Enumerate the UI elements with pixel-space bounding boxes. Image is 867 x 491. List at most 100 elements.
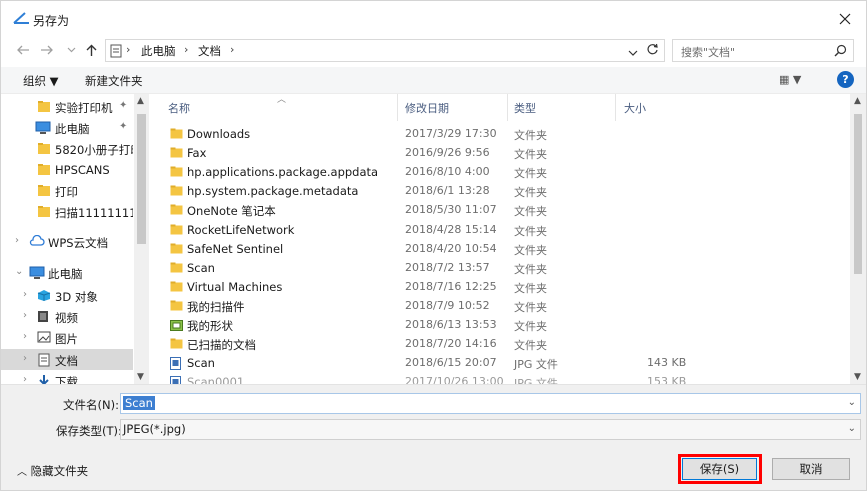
file-type: JPG 文件	[514, 377, 558, 384]
search-icon[interactable]	[834, 44, 847, 60]
file-row[interactable]: Downloads 2017/3/29 17:30 文件夹	[157, 125, 850, 144]
nav-item-wps-cloud[interactable]: › WPS云文档	[1, 231, 133, 252]
file-type: 文件夹	[514, 129, 547, 142]
column-divider[interactable]	[507, 94, 508, 121]
column-header-date[interactable]: 修改日期	[405, 100, 449, 116]
file-row[interactable]: SafeNet Sentinel 2018/4/20 10:54 文件夹	[157, 240, 850, 259]
filename-history-dropdown-icon[interactable]: ⌄	[848, 397, 856, 408]
nav-item-scan-folder[interactable]: 扫描1111111111	[1, 201, 133, 222]
expand-chevron-icon[interactable]: ›	[23, 353, 27, 364]
scroll-down-icon[interactable]: ▼	[137, 372, 144, 382]
expand-chevron-icon[interactable]: ›	[15, 235, 19, 246]
pin-icon[interactable]: ✦	[119, 100, 127, 111]
nav-item-label: 5820小册子打印	[55, 143, 133, 157]
file-row[interactable]: Scan 2018/7/2 13:57 文件夹	[157, 259, 850, 278]
nav-item-label: 此电脑	[55, 122, 90, 136]
search-placeholder: 搜索"文档"	[681, 46, 736, 59]
collapse-chevron-icon[interactable]: ⌄	[15, 266, 23, 277]
file-date: 2018/7/16 12:25	[405, 279, 497, 293]
address-row: › 此电脑 › 文档 › 搜索"文档"	[1, 37, 866, 63]
nav-pane-scrollbar[interactable]: ▲ ▼	[134, 94, 149, 384]
recent-locations-chevron-icon[interactable]	[63, 41, 79, 59]
file-type: 文件夹	[514, 281, 547, 295]
nav-scrollbar-thumb[interactable]	[137, 114, 146, 244]
search-input[interactable]: 搜索"文档"	[672, 39, 854, 62]
help-icon[interactable]: ?	[837, 71, 854, 88]
save-button[interactable]: 保存(S)	[682, 458, 757, 480]
organize-menu[interactable]: 组织 ▼	[23, 73, 59, 89]
column-divider[interactable]	[397, 94, 398, 121]
forward-arrow-icon[interactable]	[39, 41, 55, 59]
scroll-up-icon[interactable]: ▲	[854, 96, 861, 106]
filename-input[interactable]: Scan ⌄	[120, 393, 861, 414]
nav-item-quick-access-printer[interactable]: 实验打印机 ✦	[1, 96, 133, 117]
nav-item-label: 视频	[55, 311, 78, 325]
view-options-icon[interactable]: ▦ ▼	[779, 73, 801, 86]
folder-icon	[170, 281, 183, 292]
refresh-icon[interactable]	[646, 43, 659, 59]
back-arrow-icon[interactable]	[15, 41, 31, 59]
cancel-button[interactable]: 取消	[772, 458, 850, 480]
new-folder-button[interactable]: 新建文件夹	[85, 73, 143, 89]
hide-folders-toggle[interactable]: ︿ 隐藏文件夹	[17, 463, 88, 479]
shapes-folder-icon	[170, 319, 183, 331]
address-dropdown-icon[interactable]	[628, 45, 638, 59]
file-name: RocketLifeNetwork	[187, 222, 295, 237]
breadcrumb-this-pc[interactable]: 此电脑	[141, 43, 176, 59]
column-header-type[interactable]: 类型	[514, 100, 536, 116]
file-list-scrollbar[interactable]: ▲ ▼	[850, 94, 866, 384]
folder-icon	[170, 300, 183, 311]
file-type: 文件夹	[514, 167, 547, 181]
folder-icon	[170, 262, 183, 273]
file-scrollbar-thumb[interactable]	[854, 114, 862, 274]
nav-item-print[interactable]: 打印	[1, 180, 133, 201]
file-row[interactable]: hp.applications.package.appdata 2016/8/10…	[157, 163, 850, 182]
column-divider[interactable]	[615, 94, 616, 121]
breadcrumb-separator-icon: ›	[230, 43, 235, 56]
nav-item-downloads[interactable]: › 下载	[1, 370, 133, 384]
close-icon[interactable]	[832, 7, 858, 31]
file-row[interactable]: 我的扫描件 2018/7/9 10:52 文件夹	[157, 297, 850, 316]
nav-item-booklet-print[interactable]: 5820小册子打印	[1, 138, 133, 159]
nav-item-documents[interactable]: › 文档	[1, 349, 133, 370]
file-row[interactable]: hp.system.package.metadata 2018/6/1 13:28…	[157, 182, 850, 201]
save-options-panel: 文件名(N): Scan ⌄ 保存类型(T): JPEG(*.jpg) ⌄ ︿ …	[1, 384, 866, 490]
nav-item-pictures[interactable]: › 图片	[1, 327, 133, 348]
nav-item-this-pc[interactable]: ⌄ 此电脑	[1, 262, 133, 283]
up-arrow-icon[interactable]	[83, 41, 99, 59]
file-row[interactable]: Fax 2016/9/26 9:56 文件夹	[157, 144, 850, 163]
file-row[interactable]: Scan 2018/6/15 20:07 JPG 文件 143 KB	[157, 354, 850, 373]
column-header-size[interactable]: 大小	[624, 100, 646, 116]
nav-item-videos[interactable]: › 视频	[1, 306, 133, 327]
expand-chevron-icon[interactable]: ›	[23, 374, 27, 384]
expand-chevron-icon[interactable]: ›	[23, 289, 27, 300]
nav-item-3d-objects[interactable]: › 3D 对象	[1, 285, 133, 306]
file-row[interactable]: Scan0001 2017/10/26 13:00 JPG 文件 153 KB	[157, 373, 850, 384]
file-row[interactable]: OneNote 笔记本 2018/5/30 11:07 文件夹	[157, 201, 850, 220]
file-name: Scan	[187, 260, 215, 275]
breadcrumb-documents[interactable]: 文档	[198, 43, 221, 59]
file-date: 2018/4/28 15:14	[405, 222, 497, 236]
document-location-icon	[110, 44, 122, 61]
column-header-name[interactable]: 名称	[168, 100, 190, 116]
save-as-icon	[13, 11, 30, 25]
filetype-select[interactable]: JPEG(*.jpg) ⌄	[120, 419, 861, 440]
file-name: Scan	[187, 356, 215, 371]
file-row[interactable]: Virtual Machines 2018/7/16 12:25 文件夹	[157, 278, 850, 297]
filetype-dropdown-icon[interactable]: ⌄	[848, 423, 856, 434]
title-bar: 另存为	[1, 1, 866, 37]
file-date: 2017/3/29 17:30	[405, 127, 497, 140]
file-row[interactable]: RocketLifeNetwork 2018/4/28 15:14 文件夹	[157, 221, 850, 240]
pin-icon[interactable]: ✦	[119, 121, 127, 132]
nav-item-hpscans[interactable]: HPSCANS	[1, 159, 133, 180]
nav-item-label: 图片	[55, 332, 78, 346]
file-date: 2018/6/13 13:53	[405, 318, 497, 331]
address-bar[interactable]: › 此电脑 › 文档 ›	[105, 39, 665, 62]
expand-chevron-icon[interactable]: ›	[23, 310, 27, 321]
scroll-up-icon[interactable]: ▲	[137, 96, 144, 106]
expand-chevron-icon[interactable]: ›	[23, 331, 27, 342]
scroll-down-icon[interactable]: ▼	[854, 372, 861, 382]
file-row[interactable]: 已扫描的文档 2018/7/20 14:16 文件夹	[157, 335, 850, 354]
nav-item-this-pc-pinned[interactable]: 此电脑 ✦	[1, 117, 133, 138]
file-row[interactable]: 我的形状 2018/6/13 13:53 文件夹	[157, 316, 850, 335]
